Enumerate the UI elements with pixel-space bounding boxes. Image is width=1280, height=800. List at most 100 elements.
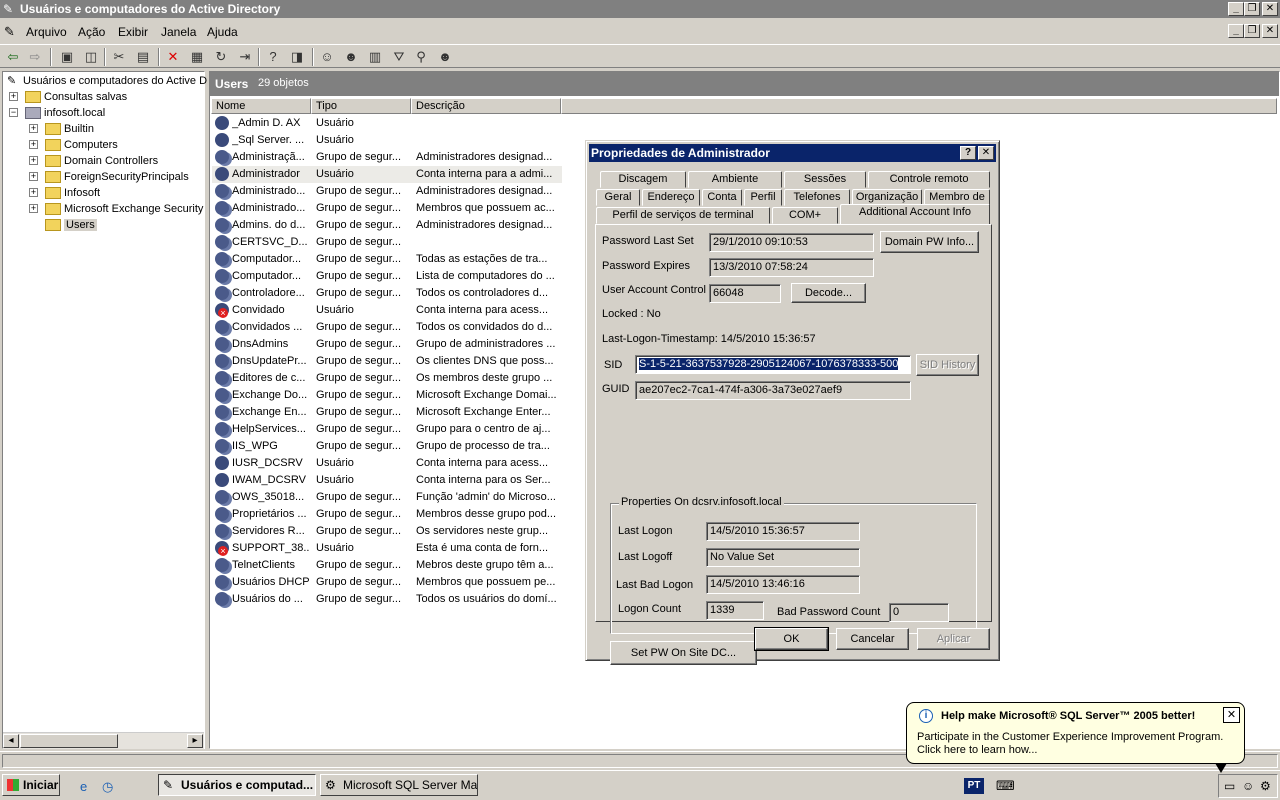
table-row[interactable]: DnsAdmins Grupo de segur... Grupo de admin… xyxy=(212,336,562,353)
new-group-icon[interactable]: ☻ xyxy=(342,48,360,66)
taskbar-item-sql[interactable]: ⚙ Microsoft SQL Server Ma... xyxy=(320,774,478,796)
ie-icon[interactable]: e xyxy=(80,779,87,794)
forward-icon[interactable]: ⇨ xyxy=(26,48,44,66)
set-pw-on-site-dc-button[interactable]: Set PW On Site DC... xyxy=(610,641,757,665)
expand-icon[interactable]: + xyxy=(29,124,38,133)
network-tray-icon[interactable]: ▭ xyxy=(1224,779,1235,793)
table-row[interactable]: Usuários DHCP Grupo de segur... Membros qu… xyxy=(212,574,562,591)
tree-item-computers[interactable]: + Computers xyxy=(29,137,118,153)
minimize-button[interactable]: _ xyxy=(1228,2,1244,16)
cut-icon[interactable]: ✂ xyxy=(110,48,128,66)
table-row[interactable]: Exchange Do... Grupo de segur... Microsoft… xyxy=(212,387,562,404)
table-row[interactable]: Servidores R... Grupo de segur... Os servi… xyxy=(212,523,562,540)
sql-tray-icon[interactable]: ⚙ xyxy=(1260,779,1271,793)
tree-item-saved-queries[interactable]: + Consultas salvas xyxy=(9,89,127,105)
refresh-icon[interactable]: ↻ xyxy=(212,48,230,66)
expand-icon[interactable]: + xyxy=(29,188,38,197)
delete-icon[interactable]: ✕ xyxy=(164,48,182,66)
table-row[interactable]: Computador... Grupo de segur... Lista de c… xyxy=(212,268,562,285)
menu-janela[interactable]: Janela xyxy=(161,25,196,39)
table-row[interactable]: _Sql Server. ... Usuário xyxy=(212,132,562,149)
menu-arquivo[interactable]: Arquivo xyxy=(26,25,67,39)
tab-discagem[interactable]: Discagem xyxy=(600,171,686,188)
paste-icon[interactable]: ▤ xyxy=(134,48,152,66)
table-row[interactable]: Administrador Usuário Conta interna para a… xyxy=(212,166,562,183)
sid-field[interactable]: S-1-5-21-3637537928-2905124067-107637833… xyxy=(635,355,911,374)
table-row[interactable]: HelpServices... Grupo de segur... Grupo pa… xyxy=(212,421,562,438)
collapse-icon[interactable]: − xyxy=(9,108,18,117)
table-row[interactable]: DnsUpdatePr... Grupo de segur... Os client… xyxy=(212,353,562,370)
decode-button[interactable]: Decode... xyxy=(791,283,866,303)
new-ou-icon[interactable]: ▥ xyxy=(366,48,384,66)
export-list-icon[interactable]: ⇥ xyxy=(236,48,254,66)
child-close-button[interactable]: ✕ xyxy=(1262,24,1278,38)
tree-item-users[interactable]: Users xyxy=(45,217,97,233)
table-row[interactable]: Admins. do d... Grupo de segur... Administ… xyxy=(212,217,562,234)
table-row[interactable]: Proprietários ... Grupo de segur... Membro… xyxy=(212,506,562,523)
table-row[interactable]: Controladore... Grupo de segur... Todos os… xyxy=(212,285,562,302)
expand-icon[interactable]: + xyxy=(29,156,38,165)
table-row[interactable]: _Admin D. AX Usuário xyxy=(212,115,562,132)
scroll-right-icon[interactable]: ▸ xyxy=(187,734,203,748)
menu-exibir[interactable]: Exibir xyxy=(118,25,148,39)
table-row[interactable]: OWS_35018... Grupo de segur... Função 'adm… xyxy=(212,489,562,506)
find-icon[interactable]: ⚲ xyxy=(412,48,430,66)
expand-icon[interactable]: + xyxy=(29,172,38,181)
tree-item-foreign[interactable]: + ForeignSecurityPrincipals xyxy=(29,169,189,185)
ok-button[interactable]: OK xyxy=(754,627,829,651)
table-row[interactable]: CERTSVC_D... Grupo de segur... xyxy=(212,234,562,251)
up-folder-icon[interactable]: ▣ xyxy=(58,48,76,66)
tab-conta[interactable]: Conta xyxy=(702,189,742,206)
tree-item-domain-controllers[interactable]: + Domain Controllers xyxy=(29,153,158,169)
table-row[interactable]: Administrado... Grupo de segur... Membros … xyxy=(212,200,562,217)
table-row[interactable]: IWAM_DCSRV Usuário Conta interna para os S… xyxy=(212,472,562,489)
apply-button[interactable]: Aplicar xyxy=(917,628,990,650)
tree-item-infosoft[interactable]: + Infosoft xyxy=(29,185,100,201)
tab-terminal-services[interactable]: Perfil de serviços de terminal xyxy=(596,207,770,224)
menu-acao[interactable]: Ação xyxy=(78,25,105,39)
domain-pw-info-button[interactable]: Domain PW Info... xyxy=(880,231,979,253)
sid-history-button[interactable]: SID History xyxy=(916,354,979,376)
taskbar-item-ad[interactable]: ✎ Usuários e computad... xyxy=(158,774,316,796)
tree-horizontal-scrollbar[interactable]: ◂ ▸ xyxy=(3,732,204,749)
table-row[interactable]: Administraçã... Grupo de segur... Administ… xyxy=(212,149,562,166)
tab-geral[interactable]: Geral xyxy=(596,189,640,206)
menu-ajuda[interactable]: Ajuda xyxy=(207,25,238,39)
tree-item-domain[interactable]: − infosoft.local xyxy=(9,105,105,121)
child-restore-button[interactable]: ❐ xyxy=(1244,24,1260,38)
column-header-description[interactable]: Descrição xyxy=(411,98,561,114)
tree-item-exchange[interactable]: + Microsoft Exchange Security xyxy=(29,201,203,217)
cancel-button[interactable]: Cancelar xyxy=(836,628,909,650)
table-row[interactable]: Usuários do ... Grupo de segur... Todos os… xyxy=(212,591,562,608)
child-minimize-button[interactable]: _ xyxy=(1228,24,1244,38)
back-icon[interactable]: ⇦ xyxy=(4,48,22,66)
action-pane-icon[interactable]: ◨ xyxy=(288,48,306,66)
table-row[interactable]: TelnetClients Grupo de segur... Mebros des… xyxy=(212,557,562,574)
tab-perfil[interactable]: Perfil xyxy=(744,189,782,206)
help-icon[interactable]: ? xyxy=(264,48,282,66)
user-tray-icon[interactable]: ☺ xyxy=(1242,779,1254,793)
tab-ambiente[interactable]: Ambiente xyxy=(688,171,782,188)
tab-com-plus[interactable]: COM+ xyxy=(772,207,838,224)
table-row[interactable]: Editores de c... Grupo de segur... Os memb… xyxy=(212,370,562,387)
restore-button[interactable]: ❐ xyxy=(1244,2,1260,16)
expand-icon[interactable]: + xyxy=(29,204,38,213)
new-user-icon[interactable]: ☺ xyxy=(318,48,336,66)
tab-endereco[interactable]: Endereço xyxy=(642,189,700,206)
balloon-close-button[interactable]: ✕ xyxy=(1223,707,1240,723)
table-row[interactable]: Administrado... Grupo de segur... Administ… xyxy=(212,183,562,200)
column-header-name[interactable]: Nome xyxy=(211,98,311,114)
tree-root[interactable]: ✎ Usuários e computadores do Active D xyxy=(7,73,207,89)
tab-controle-remoto[interactable]: Controle remoto xyxy=(868,171,990,188)
outlook-icon[interactable]: ◷ xyxy=(102,779,113,795)
close-button[interactable]: ✕ xyxy=(1262,2,1278,16)
dialog-help-button[interactable]: ? xyxy=(960,146,976,160)
notification-balloon[interactable]: i Help make Microsoft® SQL Server™ 2005 … xyxy=(906,702,1245,773)
keyboard-icon[interactable]: ⌨ xyxy=(996,778,1015,794)
table-row[interactable]: IIS_WPG Grupo de segur... Grupo de process… xyxy=(212,438,562,455)
scroll-thumb[interactable] xyxy=(20,734,118,748)
language-indicator[interactable]: PT xyxy=(964,778,984,794)
expand-icon[interactable]: + xyxy=(29,140,38,149)
table-row[interactable]: Convidados ... Grupo de segur... Todos os … xyxy=(212,319,562,336)
tab-sessoes[interactable]: Sessões xyxy=(784,171,866,188)
